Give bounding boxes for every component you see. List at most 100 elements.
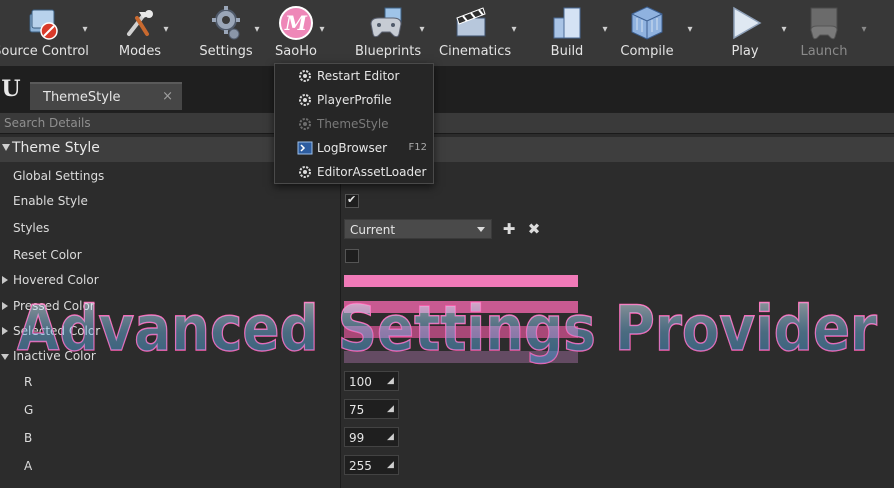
compile-cube-icon (631, 6, 663, 40)
blueprints-button[interactable]: Blueprints (355, 0, 421, 66)
expand-arrow-icon[interactable] (2, 327, 8, 335)
property-name: G (24, 403, 34, 417)
column-splitter[interactable] (340, 162, 341, 488)
property-name: Hovered Color (13, 273, 99, 287)
add-style-button[interactable]: ✚ (500, 219, 518, 239)
expand-arrow-icon[interactable] (2, 302, 8, 310)
play-button[interactable]: Play (715, 0, 775, 66)
menu-item-label: LogBrowser (317, 141, 388, 155)
resize-grip-icon[interactable]: ◢ (387, 404, 395, 414)
b-value-field[interactable]: 99 ◢ (344, 427, 399, 447)
property-name: Inactive Color (13, 349, 96, 363)
launch-label: Launch (800, 44, 848, 59)
settings-button[interactable]: Settings (196, 0, 256, 66)
saoho-dropdown-menu: Restart Editor PlayerProfile ThemeStyle … (274, 63, 434, 184)
cinematics-dropdown-arrow[interactable]: ▾ (508, 24, 520, 36)
cinematics-clapper-icon (456, 7, 486, 37)
modes-label: Modes (118, 44, 162, 59)
property-row-enable-style: Enable Style ✔ (0, 187, 894, 215)
compile-label: Compile (620, 44, 674, 59)
play-label: Play (731, 44, 759, 59)
menu-item-label: Restart Editor (317, 69, 400, 83)
resize-grip-icon[interactable]: ◢ (387, 432, 395, 442)
category-theme-style[interactable]: Theme Style (0, 137, 894, 162)
hovered-color-swatch[interactable] (344, 275, 578, 287)
chevron-down-icon (477, 227, 485, 232)
compile-button[interactable]: Compile (617, 0, 677, 66)
g-value: 75 (349, 403, 365, 417)
launch-dropdown-arrow[interactable]: ▾ (858, 24, 870, 36)
main-toolbar: Source Control ▾ Modes ▾ Settings ▾ M Sa… (0, 0, 894, 66)
expand-arrow-icon[interactable] (2, 276, 8, 284)
details-property-list: Global Settings Enable Style ✔ Styles Cu… (0, 162, 894, 488)
category-label: Theme Style (12, 140, 100, 156)
saoho-dropdown-arrow[interactable]: ▾ (316, 24, 328, 36)
checkmark-icon: ✔ (347, 193, 357, 206)
pressed-color-swatch[interactable] (344, 301, 578, 313)
menu-item-log-browser[interactable]: LogBrowser F12 (275, 136, 433, 160)
property-name: R (24, 375, 33, 389)
modes-dropdown-arrow[interactable]: ▾ (160, 24, 172, 36)
blueprints-gamepad-icon (370, 7, 402, 38)
source-control-dropdown-arrow[interactable]: ▾ (79, 24, 91, 36)
reset-color-checkbox[interactable] (345, 249, 359, 263)
search-details-input[interactable] (0, 113, 894, 133)
settings-label: Settings (199, 44, 253, 59)
cinematics-button[interactable]: Cinematics (439, 0, 512, 66)
property-name: Reset Color (13, 248, 82, 262)
property-name: Pressed Color (13, 299, 95, 313)
selected-color-swatch[interactable] (344, 326, 578, 338)
unreal-logo-icon: U (1, 76, 21, 102)
collapse-arrow-icon[interactable] (1, 354, 9, 360)
svg-text:M: M (284, 11, 308, 35)
launch-icon (810, 7, 838, 40)
gear-icon (299, 94, 311, 106)
remove-style-button[interactable]: ✖ (525, 219, 543, 239)
settings-gear-icon (212, 6, 240, 40)
build-label: Build (550, 44, 584, 59)
compile-dropdown-arrow[interactable]: ▾ (684, 24, 696, 36)
b-value: 99 (349, 431, 365, 445)
play-dropdown-arrow[interactable]: ▾ (778, 24, 790, 36)
r-value-field[interactable]: 100 ◢ (344, 371, 399, 391)
cinematics-label: Cinematics (439, 44, 512, 59)
menu-item-restart-editor[interactable]: Restart Editor (275, 64, 433, 88)
collapse-arrow-icon (2, 144, 10, 151)
log-terminal-icon (297, 141, 313, 155)
r-value: 100 (349, 375, 372, 389)
property-name: Selected Color (13, 324, 101, 338)
inactive-color-swatch[interactable] (344, 351, 578, 363)
menu-item-player-profile[interactable]: PlayerProfile (275, 88, 433, 112)
tab-themestyle[interactable]: ThemeStyle × (30, 82, 182, 110)
resize-grip-icon[interactable]: ◢ (387, 376, 395, 386)
property-row-a: A 255 ◢ (0, 452, 894, 480)
property-name: Styles (13, 221, 50, 235)
menu-item-theme-style[interactable]: ThemeStyle (275, 112, 433, 136)
styles-combo-box[interactable]: Current (344, 219, 492, 239)
enable-style-checkbox[interactable]: ✔ (345, 193, 359, 208)
modes-icon (127, 10, 153, 36)
source-control-icon (29, 9, 58, 40)
a-value: 255 (349, 459, 372, 473)
a-value-field[interactable]: 255 ◢ (344, 455, 399, 475)
property-row-g: G 75 ◢ (0, 396, 894, 424)
settings-dropdown-arrow[interactable]: ▾ (251, 24, 263, 36)
launch-button[interactable]: Launch (794, 0, 854, 66)
property-name: A (24, 459, 33, 473)
saoho-m-icon: M (279, 6, 313, 40)
saoho-label: SaoHo (275, 44, 317, 59)
menu-item-editor-asset-loader[interactable]: EditorAssetLoader (275, 160, 433, 184)
build-dropdown-arrow[interactable]: ▾ (599, 24, 611, 36)
resize-grip-icon[interactable]: ◢ (387, 460, 395, 470)
close-icon[interactable]: × (162, 89, 173, 104)
search-details-bar (0, 112, 894, 134)
shortcut-hint: F12 (408, 142, 427, 153)
blueprints-dropdown-arrow[interactable]: ▾ (416, 24, 428, 36)
property-row-r: R 100 ◢ (0, 368, 894, 396)
source-control-label: Source Control (0, 44, 89, 59)
property-name: Enable Style (13, 194, 88, 208)
styles-selected-value: Current (350, 223, 396, 237)
property-row-global-settings: Global Settings (0, 162, 894, 190)
build-button[interactable]: Build (537, 0, 597, 66)
g-value-field[interactable]: 75 ◢ (344, 399, 399, 419)
